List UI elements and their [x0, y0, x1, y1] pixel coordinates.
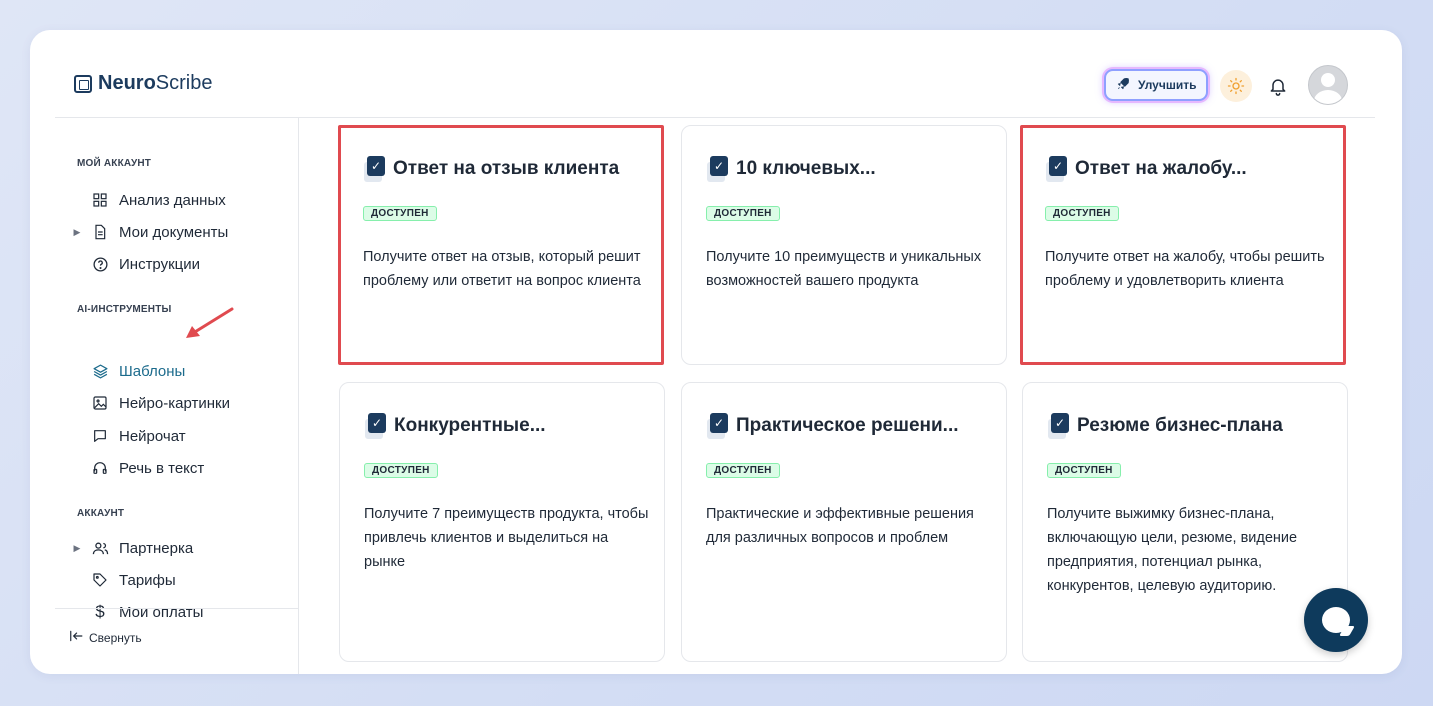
status-badge: ДОСТУПЕН — [1045, 206, 1119, 221]
document-icon — [91, 223, 109, 241]
card-title: Ответ на отзыв клиента — [393, 158, 620, 179]
sidebar-item-label: Инструкции — [119, 255, 201, 273]
card-description: Получите 10 преимуществ и уникальных воз… — [706, 249, 982, 289]
status-badge: ДОСТУПЕН — [364, 463, 438, 478]
collapse-button[interactable]: Свернуть — [69, 630, 142, 645]
sidebar-item-instructions[interactable]: Инструкции — [73, 252, 200, 276]
upgrade-button[interactable]: Улучшить — [1104, 69, 1209, 101]
app-window: NeuroScribe Улучшить МОЙ АККАУНТ Анализ … — [30, 30, 1402, 674]
card-description: Получите ответ на жалобу, чтобы решить п… — [1045, 249, 1325, 289]
users-icon — [91, 539, 109, 557]
logo[interactable]: NeuroScribe — [74, 72, 213, 95]
sidebar-item-neuro-images[interactable]: Нейро-картинки — [73, 391, 230, 415]
sidebar-item-label: Мои документы — [119, 223, 229, 241]
section-title-my-account: МОЙ АККАУНТ — [77, 158, 152, 169]
theme-toggle-sun-icon[interactable] — [1220, 70, 1252, 102]
upgrade-label: Улучшить — [1138, 78, 1197, 92]
card-title: 10 ключевых... — [736, 158, 876, 179]
template-card[interactable]: ✓ Резюме бизнес-плана ДОСТУПЕН Получите … — [1022, 382, 1348, 662]
tag-icon — [91, 571, 109, 589]
status-badge: ДОСТУПЕН — [363, 206, 437, 221]
card-title: Резюме бизнес-плана — [1077, 415, 1283, 436]
checkbox-doc-icon: ✓ — [364, 156, 385, 182]
card-title: Конкурентные... — [394, 415, 546, 436]
sidebar-item-label: Шаблоны — [119, 362, 186, 380]
sidebar-item-my-documents[interactable]: ▶ Мои документы — [73, 220, 229, 244]
checkbox-doc-icon: ✓ — [707, 156, 728, 182]
chat-icon — [91, 427, 109, 445]
rocket-icon — [1116, 77, 1130, 94]
sidebar-item-label: Речь в текст — [119, 459, 205, 477]
sidebar-item-tariffs[interactable]: Тарифы — [73, 568, 176, 592]
dollar-icon: $ — [95, 602, 105, 621]
section-title-ai-tools: AI-ИНСТРУМЕНТЫ — [77, 304, 172, 315]
sidebar-item-templates[interactable]: Шаблоны — [73, 359, 185, 383]
sidebar-divider — [55, 608, 299, 609]
card-description: Получите выжимку бизнес-плана, включающу… — [1047, 506, 1298, 594]
sidebar-item-data-analysis[interactable]: Анализ данных — [73, 188, 226, 212]
template-card[interactable]: ✓ Ответ на отзыв клиента ДОСТУПЕН Получи… — [338, 125, 664, 365]
checkbox-doc-icon: ✓ — [365, 413, 386, 439]
card-title: Практическое решени... — [736, 415, 959, 436]
sidebar-item-label: Мои оплаты — [119, 603, 204, 621]
bell-icon[interactable] — [1266, 73, 1290, 99]
caret-right-icon[interactable]: ▶ — [73, 227, 81, 238]
sidebar-item-neurochat[interactable]: Нейрочат — [73, 424, 186, 448]
template-card[interactable]: ✓ Ответ на жалобу... ДОСТУПЕН Получите о… — [1020, 125, 1346, 365]
collapse-arrow-icon — [69, 630, 83, 645]
logo-icon — [74, 74, 92, 93]
collapse-label: Свернуть — [89, 630, 142, 645]
sidebar-item-label: Тарифы — [119, 571, 176, 589]
chat-bubble-icon — [1322, 607, 1350, 633]
sidebar-item-label: Нейрочат — [119, 427, 186, 445]
headphones-icon — [91, 459, 109, 477]
sidebar-item-speech-to-text[interactable]: Речь в текст — [73, 456, 204, 480]
status-badge: ДОСТУПЕН — [706, 206, 780, 221]
avatar[interactable] — [1308, 65, 1348, 105]
sidebar-item-label: Нейро-картинки — [119, 394, 230, 412]
card-title: Ответ на жалобу... — [1075, 158, 1247, 179]
logo-text: NeuroScribe — [98, 72, 213, 94]
section-title-account: АККАУНТ — [77, 508, 125, 519]
image-icon — [91, 394, 109, 412]
status-badge: ДОСТУПЕН — [706, 463, 780, 478]
checkbox-doc-icon: ✓ — [707, 413, 728, 439]
sidebar-item-partner[interactable]: ▶ Партнерка — [73, 536, 194, 560]
sidebar-item-label: Анализ данных — [119, 191, 226, 209]
status-badge: ДОСТУПЕН — [1047, 463, 1121, 478]
sidebar: МОЙ АККАУНТ Анализ данных ▶ Мои документ… — [55, 118, 299, 674]
template-card[interactable]: ✓ 10 ключевых... ДОСТУПЕН Получите 10 пр… — [681, 125, 1007, 365]
layers-icon — [91, 362, 109, 380]
help-circle-icon — [91, 255, 109, 273]
checkbox-doc-icon: ✓ — [1046, 156, 1067, 182]
sidebar-item-label: Партнерка — [119, 539, 194, 557]
annotation-arrow-icon — [186, 307, 234, 338]
template-card[interactable]: ✓ Конкурентные... ДОСТУПЕН Получите 7 пр… — [339, 382, 665, 662]
card-description: Практические и эффективные решения для р… — [706, 506, 974, 546]
card-description: Получите 7 преимуществ продукта, чтобы п… — [364, 506, 649, 570]
grid-icon — [91, 191, 109, 209]
sidebar-item-my-payments[interactable]: $ Мои оплаты — [73, 600, 203, 624]
checkbox-doc-icon: ✓ — [1048, 413, 1069, 439]
support-chat-button[interactable] — [1304, 588, 1368, 652]
card-description: Получите ответ на отзыв, который решит п… — [363, 249, 641, 289]
template-card[interactable]: ✓ Практическое решени... ДОСТУПЕН Практи… — [681, 382, 1007, 662]
caret-right-icon[interactable]: ▶ — [73, 543, 81, 554]
